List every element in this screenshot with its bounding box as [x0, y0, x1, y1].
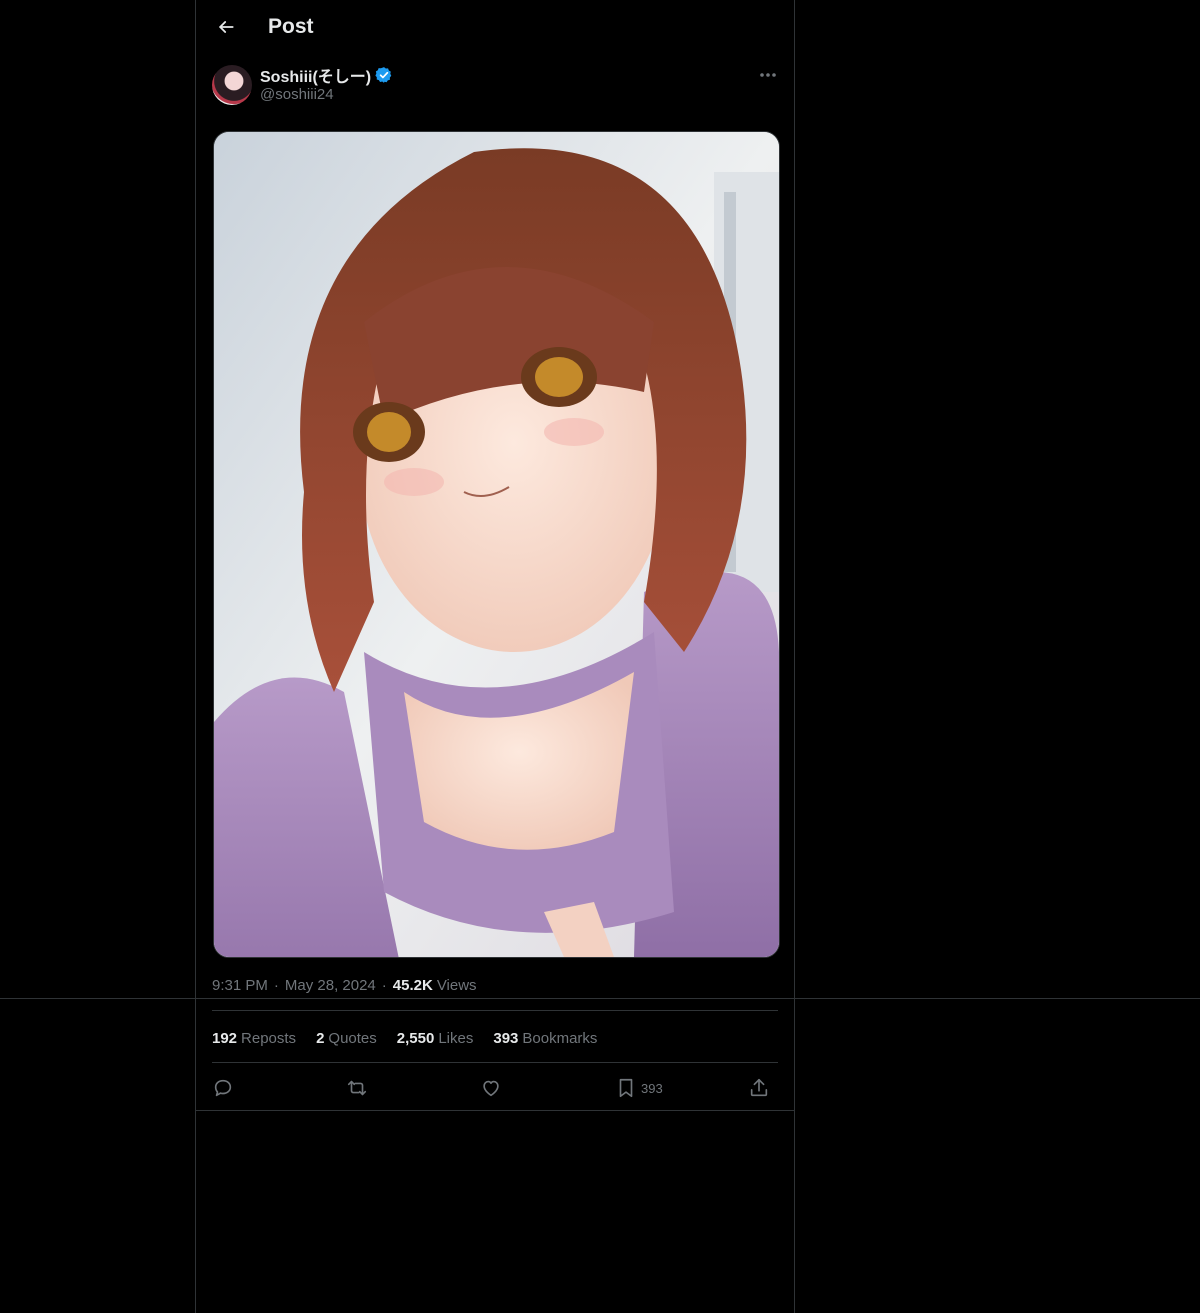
- reposts-stat[interactable]: 192 Reposts: [212, 1030, 296, 1047]
- illustration: [214, 132, 779, 957]
- more-horizontal-icon: [759, 72, 777, 78]
- post-media-image[interactable]: [213, 131, 780, 958]
- quotes-label: Quotes: [328, 1029, 377, 1047]
- likes-stat[interactable]: 2,550 Likes: [397, 1030, 474, 1047]
- author-name-row: Soshiii(そしー): [260, 64, 393, 86]
- meta-separator: ·: [273, 976, 279, 994]
- reposts-label: Reposts: [241, 1029, 297, 1047]
- verified-badge-icon: [375, 66, 393, 84]
- views-count: 45.2K: [392, 976, 433, 994]
- divider: [212, 1062, 778, 1063]
- more-options-button[interactable]: [752, 62, 784, 88]
- heart-icon: [480, 1077, 502, 1099]
- reposts-count: 192: [212, 1029, 238, 1047]
- page-title: Post: [268, 15, 314, 38]
- bookmark-icon: [615, 1077, 637, 1099]
- reply-button[interactable]: [212, 1070, 234, 1106]
- avatar[interactable]: [212, 65, 252, 105]
- repost-icon: [346, 1077, 368, 1099]
- engagement-stats: 192 Reposts 2 Quotes 2,550 Likes 393 Bookmar…: [212, 1027, 617, 1049]
- post-meta: 9:31 PM · May 28, 2024 · 45.2K Views: [212, 974, 477, 996]
- bookmark-count: 393: [641, 1080, 663, 1096]
- like-button[interactable]: [480, 1070, 502, 1106]
- divider: [212, 1010, 778, 1011]
- repost-button[interactable]: [346, 1070, 368, 1106]
- share-icon: [748, 1077, 770, 1099]
- back-button[interactable]: [208, 9, 244, 45]
- bookmarks-count: 393: [493, 1029, 519, 1047]
- likes-count: 2,550: [396, 1029, 435, 1047]
- divider: [196, 1110, 794, 1111]
- bookmarks-stat[interactable]: 393 Bookmarks: [493, 1030, 597, 1047]
- meta-separator: ·: [381, 976, 387, 994]
- top-bar: Post: [196, 0, 794, 54]
- action-bar: 393: [212, 1070, 778, 1106]
- quotes-stat[interactable]: 2 Quotes: [316, 1030, 377, 1047]
- reply-icon: [212, 1077, 234, 1099]
- arrow-left-icon: [216, 17, 236, 37]
- quotes-count: 2: [316, 1029, 325, 1047]
- bookmark-button[interactable]: 393: [615, 1070, 663, 1106]
- author-name[interactable]: Soshiii(そしー): [260, 63, 371, 87]
- likes-label: Likes: [438, 1029, 474, 1047]
- post-date[interactable]: May 28, 2024: [285, 977, 376, 994]
- views-label: Views: [436, 976, 477, 994]
- share-button[interactable]: [748, 1070, 770, 1106]
- author-handle[interactable]: @soshiii24: [260, 86, 334, 103]
- post-time[interactable]: 9:31 PM: [212, 977, 268, 994]
- bookmarks-label: Bookmarks: [522, 1029, 598, 1047]
- post-column: Post Soshiii(そしー) @soshiii24 9:31 PM · M…: [195, 0, 795, 1313]
